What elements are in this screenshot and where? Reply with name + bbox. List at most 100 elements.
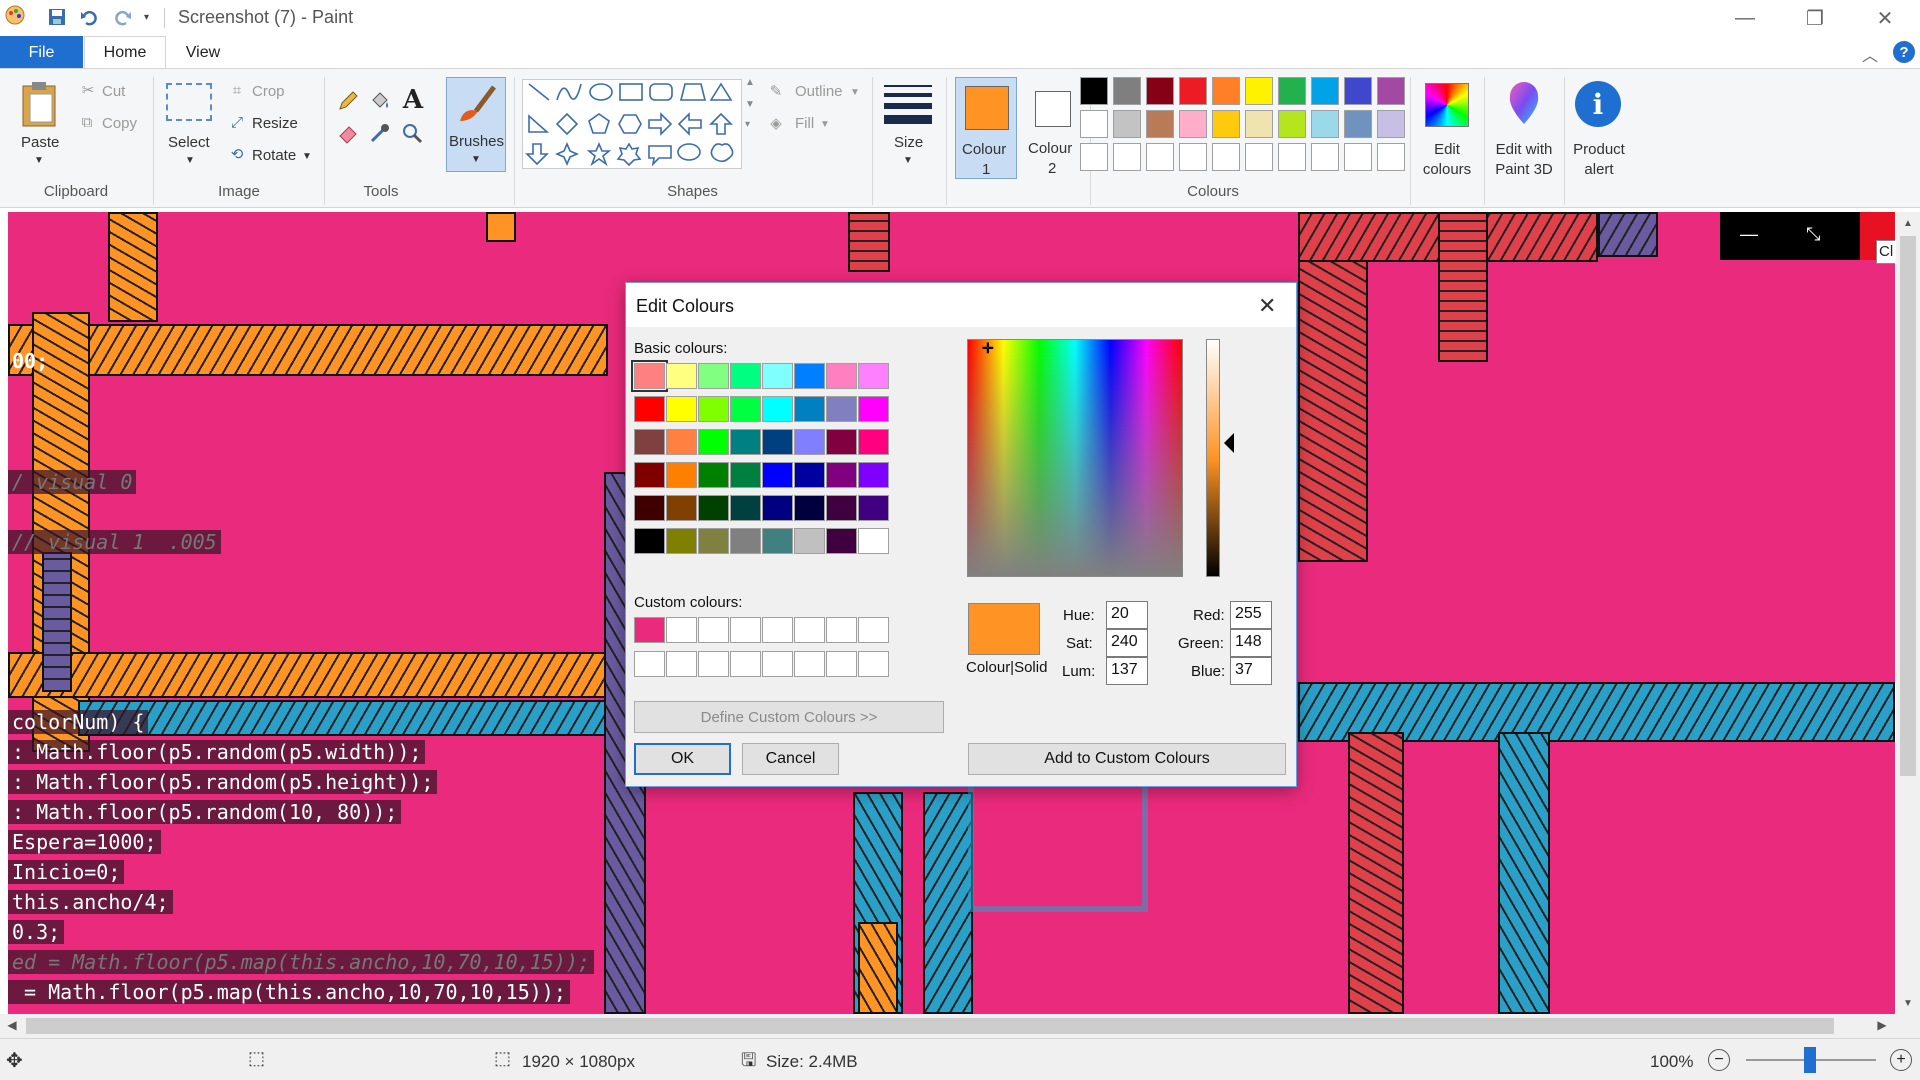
rotate-button[interactable]: Rotate <box>252 147 296 164</box>
vertical-scroll-thumb[interactable] <box>1900 236 1916 776</box>
undo-icon[interactable] <box>80 8 100 31</box>
basic-colour-swatch[interactable] <box>794 429 825 455</box>
basic-colour-swatch[interactable] <box>858 462 889 488</box>
edit-colours-button[interactable]: Edit colours <box>1412 77 1482 181</box>
palette-colour-swatch[interactable] <box>1212 143 1240 171</box>
rotate-dropdown-icon[interactable]: ▼ <box>302 151 312 162</box>
resize-button[interactable]: Resize <box>252 115 298 132</box>
palette-colour-swatch[interactable] <box>1212 110 1240 138</box>
basic-colour-swatch[interactable] <box>762 528 793 554</box>
collapse-ribbon-icon[interactable]: ︿ <box>1862 42 1878 66</box>
cut-button[interactable]: Cut <box>102 83 125 100</box>
basic-colour-swatch[interactable] <box>826 363 857 389</box>
copy-icon[interactable]: ⧉ <box>78 113 96 131</box>
green-field[interactable]: 148 <box>1230 629 1272 657</box>
tab-file[interactable]: File <box>0 36 83 69</box>
help-icon[interactable]: ? <box>1893 41 1915 63</box>
palette-colour-swatch[interactable] <box>1113 143 1141 171</box>
colour-spectrum[interactable]: ✛ <box>967 339 1183 577</box>
zoom-out-button[interactable]: − <box>1708 1049 1730 1071</box>
basic-colour-swatch[interactable] <box>762 429 793 455</box>
basic-colour-swatch[interactable] <box>794 396 825 422</box>
palette-colour-swatch[interactable] <box>1113 77 1141 105</box>
basic-colour-swatch[interactable] <box>826 495 857 521</box>
basic-colour-swatch[interactable] <box>666 462 697 488</box>
paste-icon[interactable] <box>18 79 62 129</box>
outline-button[interactable]: Outline <box>795 83 843 100</box>
basic-colour-swatch[interactable] <box>666 363 697 389</box>
crop-icon[interactable]: ⌗ <box>228 81 246 99</box>
custom-colour-swatch[interactable] <box>634 617 665 643</box>
shapes-gallery[interactable] <box>522 79 742 169</box>
redo-icon[interactable] <box>112 8 132 31</box>
basic-colour-swatch[interactable] <box>698 495 729 521</box>
basic-colour-swatch[interactable] <box>730 528 761 554</box>
lum-field[interactable]: 137 <box>1106 657 1148 685</box>
basic-colour-swatch[interactable] <box>826 528 857 554</box>
basic-colour-swatch[interactable] <box>698 396 729 422</box>
custom-colour-swatch[interactable] <box>666 617 697 643</box>
scroll-left-icon[interactable]: ◀ <box>0 1014 24 1038</box>
palette-colour-swatch[interactable] <box>1080 143 1108 171</box>
custom-colour-swatch[interactable] <box>858 617 889 643</box>
outline-dropdown-icon[interactable]: ▼ <box>850 87 860 98</box>
define-custom-colours-button[interactable]: Define Custom Colours >> <box>634 701 944 733</box>
blue-field[interactable]: 37 <box>1230 657 1272 685</box>
basic-colour-swatch[interactable] <box>634 396 665 422</box>
palette-colour-swatch[interactable] <box>1146 77 1174 105</box>
palette-colour-swatch[interactable] <box>1179 110 1207 138</box>
basic-colour-swatch[interactable] <box>858 528 889 554</box>
custom-colour-swatch[interactable] <box>762 617 793 643</box>
add-to-custom-colours-button[interactable]: Add to Custom Colours <box>968 743 1286 775</box>
custom-colour-swatch[interactable] <box>634 651 665 677</box>
basic-colour-swatch[interactable] <box>762 396 793 422</box>
basic-colour-swatch[interactable] <box>666 396 697 422</box>
size-button[interactable]: Size <box>894 134 923 151</box>
shapes-icons[interactable] <box>523 80 741 168</box>
scroll-up-icon[interactable]: ▲ <box>1896 212 1920 234</box>
basic-colour-swatch[interactable] <box>858 429 889 455</box>
basic-colour-swatch[interactable] <box>826 396 857 422</box>
palette-colour-swatch[interactable] <box>1080 77 1108 105</box>
basic-colour-swatch[interactable] <box>666 528 697 554</box>
dialog-close-icon[interactable]: ✕ <box>1258 293 1276 319</box>
zoom-in-button[interactable]: + <box>1890 1049 1912 1071</box>
basic-colour-swatch[interactable] <box>634 429 665 455</box>
palette-colour-swatch[interactable] <box>1344 77 1372 105</box>
save-icon[interactable] <box>48 8 66 31</box>
palette-colour-swatch[interactable] <box>1146 143 1174 171</box>
palette-colour-swatch[interactable] <box>1278 110 1306 138</box>
luminance-pointer-icon[interactable] <box>1224 433 1234 453</box>
custom-colour-swatch[interactable] <box>794 617 825 643</box>
colour-picker-icon[interactable] <box>368 121 392 145</box>
colour1-button[interactable]: Colour 1 <box>955 77 1017 179</box>
palette-colour-swatch[interactable] <box>1113 110 1141 138</box>
basic-colour-swatch[interactable] <box>826 429 857 455</box>
minimize-button[interactable]: — <box>1710 0 1780 36</box>
shapes-expand-icon[interactable]: ▾ <box>745 119 750 130</box>
custom-colour-swatch[interactable] <box>826 617 857 643</box>
edit-with-paint3d-button[interactable]: Edit with Paint 3D <box>1486 77 1562 181</box>
palette-colour-swatch[interactable] <box>1245 110 1273 138</box>
palette-colour-swatch[interactable] <box>1377 143 1405 171</box>
select-dropdown-icon[interactable]: ▼ <box>185 155 195 166</box>
custom-colour-swatch[interactable] <box>730 651 761 677</box>
basic-colour-swatch[interactable] <box>631 360 668 392</box>
scroll-right-icon[interactable]: ▶ <box>1870 1014 1894 1038</box>
basic-colour-swatch[interactable] <box>634 495 665 521</box>
size-dropdown-icon[interactable]: ▼ <box>903 155 913 166</box>
basic-colour-swatch[interactable] <box>698 363 729 389</box>
fill-bucket-icon[interactable] <box>368 89 392 113</box>
basic-colour-swatch[interactable] <box>666 495 697 521</box>
basic-colour-swatch[interactable] <box>858 396 889 422</box>
palette-colour-swatch[interactable] <box>1179 77 1207 105</box>
colour2-button[interactable]: Colour 2 <box>1022 77 1084 179</box>
paste-button[interactable]: Paste <box>21 134 59 151</box>
custom-colour-swatch[interactable] <box>666 651 697 677</box>
custom-colour-swatch[interactable] <box>858 651 889 677</box>
basic-colour-swatch[interactable] <box>730 462 761 488</box>
custom-colour-swatch[interactable] <box>698 651 729 677</box>
basic-colour-swatch[interactable] <box>634 462 665 488</box>
paint-app-icon[interactable] <box>4 4 26 31</box>
text-tool-icon[interactable]: A <box>400 85 426 115</box>
